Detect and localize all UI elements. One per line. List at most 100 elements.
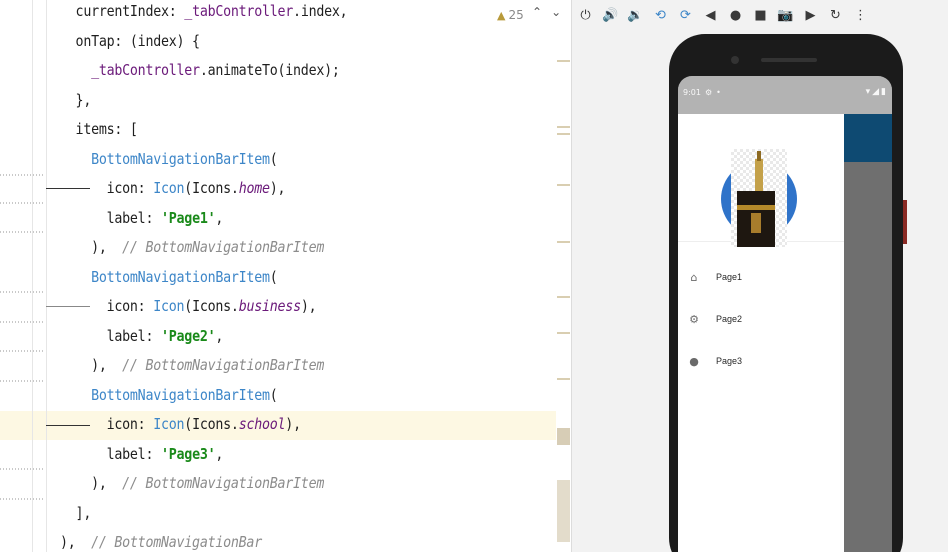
rotate-left-icon[interactable]: ⟲	[652, 7, 669, 24]
drawer-item-page1[interactable]: ⌂ Page1	[678, 256, 844, 298]
earpiece	[761, 58, 817, 62]
avatar[interactable]	[721, 149, 797, 247]
code-token: // BottomNavigationBarItem	[122, 474, 325, 492]
code-token: icon:	[106, 415, 154, 433]
code-line[interactable]: ), // BottomNavigationBarItem	[60, 233, 324, 262]
code-line[interactable]: icon: Icon(Icons.home),	[60, 174, 286, 203]
stripe-marker[interactable]	[557, 126, 570, 128]
code-line[interactable]: label: 'Page2',	[60, 322, 224, 351]
drawer-item-page2[interactable]: ⚙ Page2	[678, 298, 844, 340]
error-stripe[interactable]	[555, 0, 571, 552]
code-token: ),	[91, 356, 123, 374]
code-token: (	[269, 267, 278, 286]
volume-rocker[interactable]	[903, 200, 907, 244]
stripe-marker[interactable]	[557, 332, 570, 334]
kaaba-door	[751, 213, 761, 233]
inspection-widget[interactable]: ▲ 25	[497, 6, 524, 24]
screen-record-icon[interactable]: ▶	[802, 7, 819, 24]
home-icon: ⌂	[690, 270, 698, 284]
code-line[interactable]: ), // BottomNavigationBarItem	[60, 469, 324, 498]
front-camera	[731, 56, 739, 64]
wavy-underline	[0, 231, 44, 233]
rotate-right-icon[interactable]: ⟳	[677, 7, 694, 24]
code-line[interactable]: BottomNavigationBarItem(	[60, 263, 278, 292]
warning-triangle-icon: ▲	[497, 8, 506, 22]
stripe-marker[interactable]	[557, 378, 570, 380]
scrollbar-thumb[interactable]	[557, 480, 570, 542]
settings-status-icon: ⚙	[704, 88, 713, 97]
android-emulator: ⏻ 🔊 🔉 ⟲ ⟳ ◀ ● ■ 📷 ▶ ↻ ⋮ 9:01 ⚙ • ▾ ◢ ▮ ⌂…	[571, 0, 948, 552]
code-line[interactable]: _tabController.animateTo(index);	[60, 56, 340, 85]
battery-icon: ▮	[881, 87, 886, 97]
wifi-icon: ▾	[865, 87, 871, 97]
screenshot-icon[interactable]: 📷	[777, 7, 794, 24]
home-icon[interactable]: ●	[727, 7, 744, 24]
wavy-underline	[0, 350, 44, 352]
drawer-item-label: Page2	[716, 314, 743, 324]
code-line[interactable]: items: [	[60, 115, 138, 144]
code-line[interactable]: label: 'Page3',	[60, 440, 224, 469]
back-icon[interactable]: ◀	[702, 7, 719, 24]
code-token: Icon	[153, 297, 185, 315]
code-token: school	[238, 415, 286, 433]
code-token: currentIndex:	[75, 2, 185, 20]
app-bar	[844, 114, 892, 162]
code-token: ),	[91, 238, 123, 256]
code-line[interactable]: onTap: (index) {	[60, 27, 201, 56]
code-token: home	[238, 179, 270, 197]
stripe-marker[interactable]	[557, 241, 570, 243]
wavy-underline	[0, 468, 44, 470]
code-token: onTap: (index) {	[75, 31, 201, 50]
stripe-marker[interactable]	[557, 184, 570, 186]
navigation-drawer[interactable]: ⌂ Page1 ⚙ Page2 ● Page3	[678, 114, 844, 552]
code-token: business	[238, 297, 301, 315]
more-options-icon[interactable]: ⋮	[852, 7, 869, 24]
code-line[interactable]: BottomNavigationBarItem(	[60, 381, 278, 410]
code-token: _tabController	[91, 61, 200, 79]
code-line[interactable]: ), // BottomNavigationBar	[60, 528, 262, 552]
clock-tower-image	[755, 159, 763, 191]
stripe-marker[interactable]	[557, 428, 570, 445]
code-line[interactable]: BottomNavigationBarItem(	[60, 145, 278, 174]
code-token: ),	[300, 297, 317, 315]
settings-icon: ⚙	[689, 312, 699, 326]
volume-down-icon[interactable]: 🔉	[627, 7, 644, 24]
status-bar: 9:01 ⚙ • ▾ ◢ ▮	[678, 76, 892, 114]
code-line[interactable]: icon: Icon(Icons.business),	[60, 292, 317, 321]
code-line[interactable]: label: 'Page1',	[60, 204, 224, 233]
overview-icon[interactable]: ■	[752, 7, 769, 24]
stripe-marker[interactable]	[557, 296, 570, 298]
stripe-marker[interactable]	[557, 60, 570, 62]
code-line[interactable]: icon: Icon(Icons.school),	[60, 410, 301, 439]
code-line[interactable]: },	[60, 86, 92, 115]
code-token: BottomNavigationBarItem	[91, 149, 270, 168]
previous-problem-icon[interactable]: ⌃	[532, 5, 542, 19]
wavy-underline	[0, 380, 44, 382]
phone-screen[interactable]: 9:01 ⚙ • ▾ ◢ ▮ ⌂ Page1 ⚙ Page2 ● Page3	[678, 76, 892, 552]
code-token: // BottomNavigationBarItem	[122, 356, 325, 374]
code-token: (Icons.	[184, 415, 239, 433]
code-line[interactable]: ],	[60, 499, 92, 528]
stripe-marker[interactable]	[557, 133, 570, 135]
drawer-item-page3[interactable]: ● Page3	[678, 340, 844, 382]
clock-tower-spire	[757, 151, 761, 161]
code-token: Icon	[153, 415, 185, 433]
code-token: // BottomNavigationBar	[91, 533, 262, 551]
code-token: ,	[215, 444, 224, 463]
power-icon[interactable]: ⏻	[577, 7, 594, 24]
code-token: (	[269, 149, 278, 168]
code-token: BottomNavigationBarItem	[91, 267, 270, 286]
code-token: },	[75, 90, 92, 109]
code-line[interactable]: ), // BottomNavigationBarItem	[60, 351, 324, 380]
code-line[interactable]: currentIndex: _tabController.index,	[60, 0, 348, 26]
volume-up-icon[interactable]: 🔊	[602, 7, 619, 24]
snapshot-icon[interactable]: ↻	[827, 7, 844, 24]
code-editor[interactable]: currentIndex: _tabController.index, onTa…	[0, 0, 571, 552]
tree-connector	[46, 188, 90, 189]
wavy-underline	[0, 321, 44, 323]
